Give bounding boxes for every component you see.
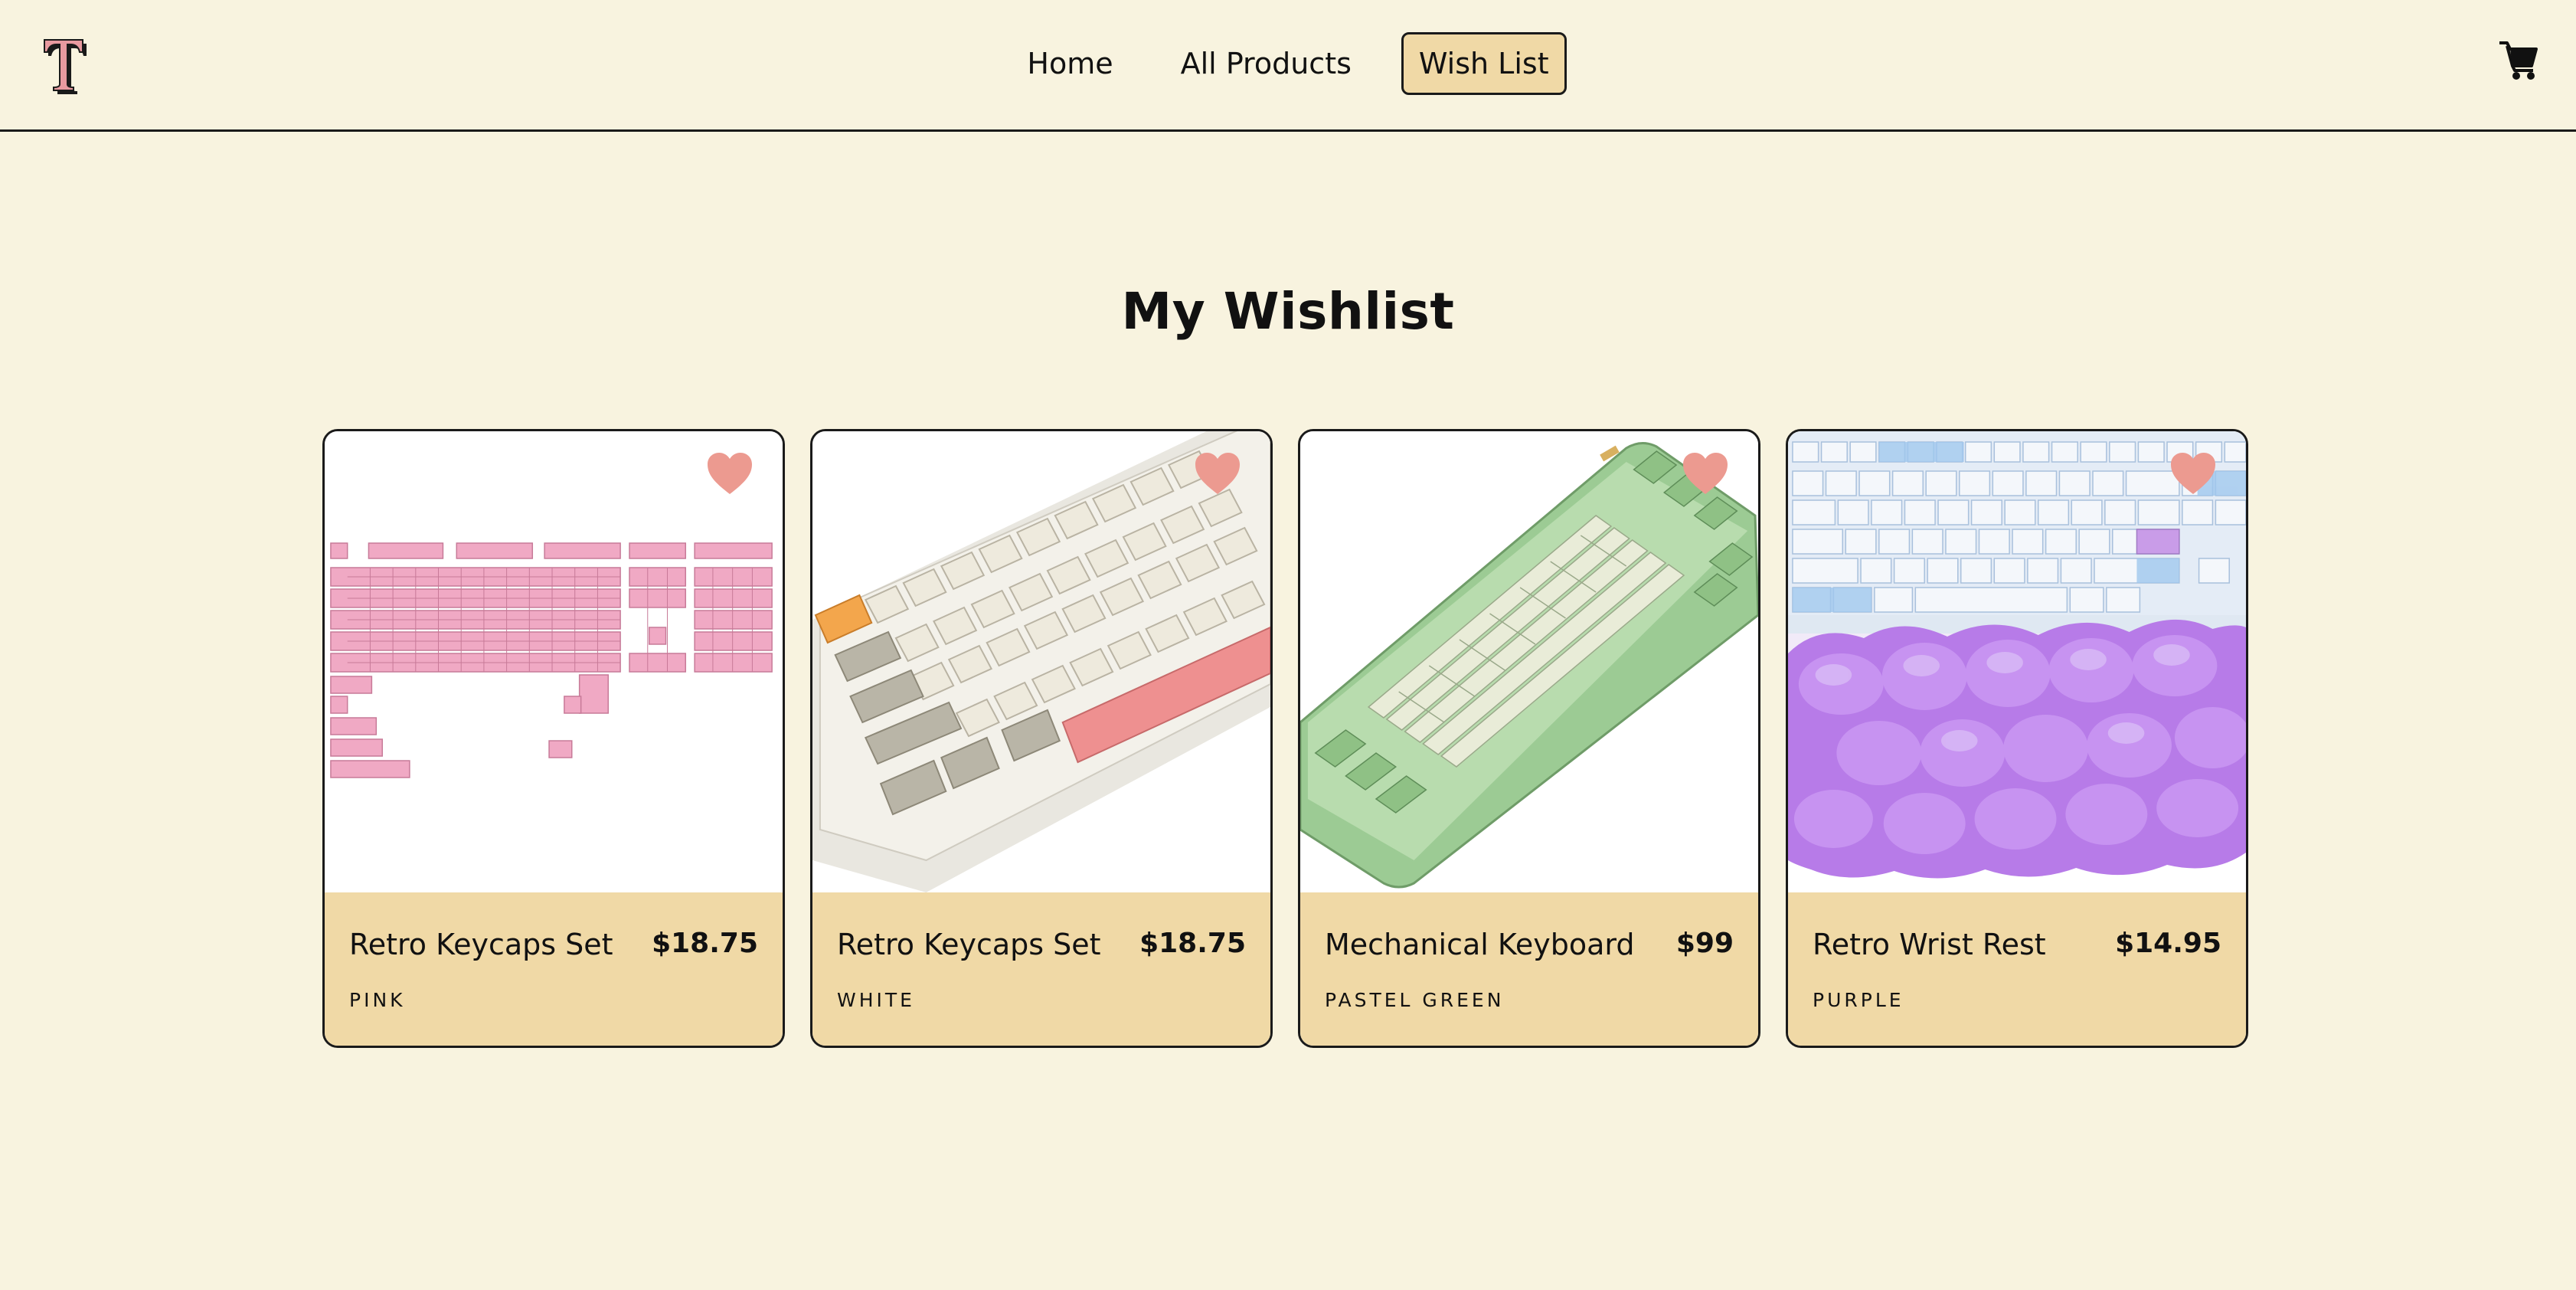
product-card[interactable]: Mechanical Keyboard $99 PASTEL GREEN <box>1298 429 1760 1048</box>
product-price: $18.75 <box>1139 928 1246 959</box>
product-variant: WHITE <box>837 989 915 1011</box>
product-name: Retro Keycaps Set <box>837 928 1101 961</box>
heart-icon[interactable] <box>706 451 754 496</box>
product-card[interactable]: Retro Keycaps Set $18.75 PINK <box>322 429 785 1048</box>
product-image-green-keyboard <box>1300 431 1758 892</box>
top-navigation-bar: Home All Products Wish List <box>0 0 2576 132</box>
product-variant: PURPLE <box>1813 989 1904 1011</box>
heart-icon[interactable] <box>1194 451 1241 496</box>
product-price: $99 <box>1675 928 1734 959</box>
product-price: $14.95 <box>2115 928 2221 959</box>
heart-icon[interactable] <box>1682 451 1729 496</box>
product-image-white-keycaps <box>812 431 1270 892</box>
product-info: Mechanical Keyboard $99 PASTEL GREEN <box>1300 892 1758 1046</box>
wishlist-grid: Retro Keycaps Set $18.75 PINK Retro Keyc… <box>322 429 2248 1048</box>
product-card[interactable]: Retro Wrist Rest $14.95 PURPLE <box>1786 429 2248 1048</box>
product-card[interactable]: Retro Keycaps Set $18.75 WHITE <box>810 429 1273 1048</box>
product-name: Retro Wrist Rest <box>1813 928 2046 961</box>
heart-icon[interactable] <box>2169 451 2217 496</box>
product-name: Mechanical Keyboard <box>1325 928 1635 961</box>
product-info: Retro Keycaps Set $18.75 PINK <box>325 892 783 1046</box>
product-price: $18.75 <box>652 928 758 959</box>
main-nav: Home All Products Wish List <box>0 32 2576 95</box>
nav-home[interactable]: Home <box>1009 32 1130 95</box>
nav-all-products[interactable]: All Products <box>1163 32 1369 95</box>
product-info: Retro Wrist Rest $14.95 PURPLE <box>1788 892 2246 1046</box>
product-name: Retro Keycaps Set <box>349 928 613 961</box>
product-info: Retro Keycaps Set $18.75 WHITE <box>812 892 1270 1046</box>
product-variant: PASTEL GREEN <box>1325 989 1505 1011</box>
product-image-purple-wrist-rest <box>1788 431 2246 892</box>
product-image-pink-keycaps <box>325 431 783 892</box>
nav-wish-list[interactable]: Wish List <box>1401 32 1567 95</box>
shopping-cart-icon[interactable] <box>2498 38 2539 81</box>
product-variant: PINK <box>349 989 406 1011</box>
page-title: My Wishlist <box>1121 282 1455 341</box>
